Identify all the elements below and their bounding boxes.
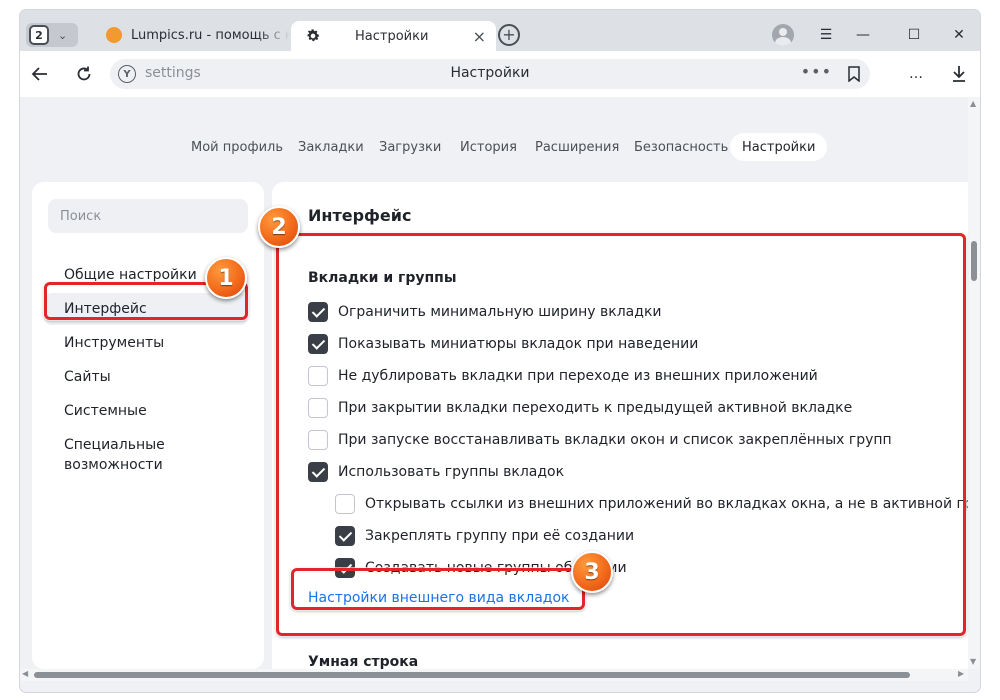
settings-nav: Мой профиль Закладки Загрузки История Ра…: [20, 133, 968, 161]
nav-tab-bookmarks[interactable]: Закладки: [298, 133, 364, 161]
checkbox-unchecked[interactable]: [335, 494, 355, 514]
option-label: Показывать миниатюры вкладок при наведен…: [338, 336, 699, 352]
sidebar-item-sites[interactable]: Сайты: [64, 367, 244, 387]
sidebar-item-interface[interactable]: Интерфейс: [44, 293, 248, 325]
close-tab-icon[interactable]: ×: [473, 27, 486, 46]
tab-appearance-settings-link[interactable]: Настройки внешнего вида вкладок: [308, 590, 569, 606]
option-row[interactable]: Показывать миниатюры вкладок при наведен…: [308, 334, 698, 354]
chevron-down-icon: ⌄: [58, 28, 68, 42]
checkbox-checked[interactable]: [308, 462, 328, 482]
option-row[interactable]: Закреплять группу при её создании: [335, 526, 634, 546]
nav-tab-downloads[interactable]: Загрузки: [379, 133, 441, 161]
sidebar-item-tools[interactable]: Инструменты: [64, 333, 244, 353]
address-url: settings: [145, 65, 201, 81]
tab-settings[interactable]: Настройки ×: [291, 21, 496, 51]
nav-tab-extensions[interactable]: Расширения: [535, 133, 619, 161]
search-input[interactable]: [48, 199, 248, 233]
address-bar[interactable]: Y settings Настройки •••: [110, 59, 870, 89]
option-row[interactable]: Не дублировать вкладки при переходе из в…: [308, 366, 818, 386]
page-title: Интерфейс: [308, 206, 412, 225]
settings-page: Мой профиль Закладки Загрузки История Ра…: [20, 97, 968, 669]
tab-lumpics[interactable]: Lumpics.ru - помощь с компьютером: [100, 21, 290, 49]
toolbar: Y settings Настройки ••• …: [20, 51, 980, 97]
option-label: Использовать группы вкладок: [338, 464, 565, 480]
nav-tab-security[interactable]: Безопасность: [634, 133, 728, 161]
checkbox-checked[interactable]: [308, 334, 328, 354]
checkbox-unchecked[interactable]: [308, 430, 328, 450]
option-row[interactable]: Открывать ссылки из внешних приложений в…: [335, 494, 968, 514]
option-row[interactable]: При запуске восстанавливать вкладки окон…: [308, 430, 892, 450]
scroll-left-icon[interactable]: ◀: [22, 669, 28, 678]
horizontal-scrollbar[interactable]: ◀ ▶: [20, 669, 968, 681]
checkbox-unchecked[interactable]: [308, 398, 328, 418]
checkbox-checked[interactable]: [308, 302, 328, 322]
reload-icon[interactable]: [72, 62, 96, 86]
section-title-tabs-groups: Вкладки и группы: [308, 270, 457, 286]
option-label: Не дублировать вкладки при переходе из в…: [338, 368, 818, 384]
vertical-scroll-thumb[interactable]: [971, 241, 977, 281]
close-window-icon[interactable]: ✕: [947, 24, 971, 46]
scroll-right-icon[interactable]: ▶: [958, 669, 964, 678]
option-label: Ограничить минимальную ширину вкладки: [338, 304, 662, 320]
nav-tab-history[interactable]: История: [460, 133, 517, 161]
more-dots-icon[interactable]: •••: [801, 62, 832, 81]
option-label: Открывать ссылки из внешних приложений в…: [365, 496, 968, 512]
vertical-scrollbar[interactable]: ▲ ▼: [968, 97, 980, 669]
tab-title: Lumpics.ru - помощь с компьютером: [131, 27, 290, 43]
checkbox-checked[interactable]: [335, 558, 355, 578]
back-arrow-icon[interactable]: [28, 62, 52, 86]
annotation-badge-1: 1: [205, 257, 247, 299]
option-row[interactable]: При закрытии вкладки переходить к предыд…: [308, 398, 852, 418]
annotation-badge-3: 3: [571, 551, 613, 593]
minimize-icon[interactable]: —: [851, 24, 875, 46]
browser-menu-icon[interactable]: ☰: [814, 24, 838, 46]
plus-icon: +: [502, 25, 516, 44]
gear-icon: [307, 29, 320, 42]
nav-tab-settings[interactable]: Настройки: [730, 133, 828, 161]
lumpics-favicon-icon: [106, 27, 122, 43]
maximize-icon[interactable]: ☐: [902, 24, 926, 46]
bookmark-icon[interactable]: [848, 66, 860, 82]
scroll-down-icon[interactable]: ▼: [970, 657, 976, 666]
more-menu-icon[interactable]: …: [904, 62, 928, 86]
section-title-smart-bar: Умная строка: [308, 654, 419, 669]
horizontal-scroll-thumb[interactable]: [34, 672, 910, 678]
sidebar-item-system[interactable]: Системные: [64, 401, 244, 421]
checkbox-unchecked[interactable]: [308, 366, 328, 386]
settings-main-panel: Интерфейс Вкладки и группы Ограничить ми…: [272, 182, 968, 669]
option-row[interactable]: Ограничить минимальную ширину вкладки: [308, 302, 662, 322]
option-label: При запуске восстанавливать вкладки окон…: [338, 432, 892, 448]
new-tab-button[interactable]: +: [498, 24, 520, 46]
option-label: Закреплять группу при её создании: [365, 528, 635, 544]
browser-window: 2 ⌄ Lumpics.ru - помощь с компьютером На…: [20, 10, 980, 692]
address-page-title: Настройки: [450, 65, 530, 81]
yandex-logo-icon: Y: [118, 65, 136, 83]
app-root: 2 ⌄ Lumpics.ru - помощь с компьютером На…: [0, 0, 1000, 700]
nav-tab-profile[interactable]: Мой профиль: [191, 133, 283, 161]
sidebar-item-accessibility[interactable]: Специальные возможности: [64, 435, 184, 475]
option-label: При закрытии вкладки переходить к предыд…: [338, 400, 853, 416]
option-row[interactable]: Использовать группы вкладок: [308, 462, 564, 482]
tab-title: Настройки: [355, 28, 429, 44]
tab-counter-button[interactable]: 2 ⌄: [26, 23, 78, 47]
profile-avatar-icon[interactable]: [772, 24, 794, 46]
settings-sidebar: Общие настройки Интерфейс Инструменты Са…: [32, 182, 264, 669]
scroll-up-icon[interactable]: ▲: [970, 99, 976, 108]
checkbox-checked[interactable]: [335, 526, 355, 546]
downloads-icon[interactable]: [947, 62, 971, 86]
tab-count: 2: [29, 25, 49, 45]
annotation-badge-2: 2: [258, 206, 300, 248]
